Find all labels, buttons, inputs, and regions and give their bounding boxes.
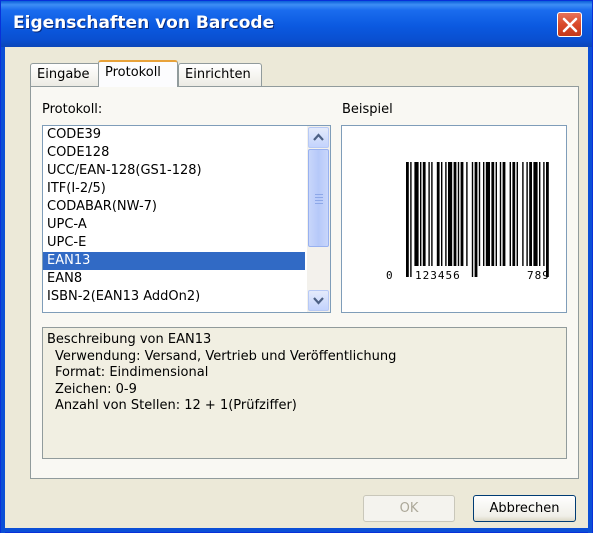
barcode-bar xyxy=(445,162,447,266)
window-frame-left xyxy=(1,47,5,533)
barcode-bar xyxy=(485,162,490,266)
list-item[interactable]: EAN8 xyxy=(43,270,305,288)
barcode-bar xyxy=(502,162,506,266)
barcode-bar xyxy=(474,162,478,277)
list-item[interactable]: CODE39 xyxy=(43,126,305,144)
tab-einrichten[interactable]: Einrichten xyxy=(178,63,262,87)
barcode-bar xyxy=(406,162,409,277)
barcode-bar xyxy=(533,162,538,266)
tab-label: Eingabe xyxy=(37,67,90,82)
list-scrollbar[interactable] xyxy=(307,126,330,312)
barcode-bar xyxy=(422,162,426,266)
barcode-bar xyxy=(448,162,453,266)
description-line: Anzahl von Stellen: 12 + 1(Prüfziffer) xyxy=(55,398,297,413)
barcode-bar xyxy=(539,162,541,266)
list-item[interactable]: UCC/EAN-128(GS1-128) xyxy=(43,162,305,180)
protocol-list[interactable]: CODE39 CODE128 UCC/EAN-128(GS1-128) ITF(I-2… xyxy=(43,126,305,306)
list-item[interactable]: UPC-E xyxy=(43,234,305,252)
barcode-bar xyxy=(483,162,485,266)
barcode-bar xyxy=(512,162,516,266)
barcode-graphic xyxy=(406,162,549,277)
protocol-listbox[interactable]: CODE39 CODE128 UCC/EAN-128(GS1-128) ITF(I-2… xyxy=(42,125,331,313)
barcode-bar xyxy=(453,162,457,266)
barcode-bar xyxy=(431,162,433,266)
close-icon xyxy=(562,17,578,33)
barcode-digits-right: 789 xyxy=(527,269,550,282)
scroll-up-button[interactable] xyxy=(308,127,329,148)
barcode-bar xyxy=(460,162,464,266)
close-button[interactable] xyxy=(557,12,582,37)
barcode-bar xyxy=(509,162,511,266)
dialog-window: Eigenschaften von Barcode Eingabe Protok… xyxy=(0,0,593,533)
list-item[interactable]: CODABAR(NW-7) xyxy=(43,198,305,216)
barcode-bar xyxy=(546,162,549,277)
tab-eingabe[interactable]: Eingabe xyxy=(30,63,100,87)
barcode-bar xyxy=(428,162,430,266)
window-frame-bottom xyxy=(1,528,592,532)
barcode-bar xyxy=(516,162,518,266)
barcode-bar xyxy=(478,162,481,266)
description-line: Format: Eindimensional xyxy=(55,365,209,380)
barcode-bar xyxy=(495,162,497,266)
barcode-bar xyxy=(414,162,419,266)
scroll-thumb[interactable] xyxy=(308,149,329,247)
description-box: Beschreibung von EAN13 Verwendung: Versa… xyxy=(42,327,567,459)
description-line: Verwendung: Versand, Vertrieb und Veröff… xyxy=(55,348,397,364)
chevron-down-icon xyxy=(313,297,324,305)
barcode-bar xyxy=(466,162,468,266)
title-bar[interactable]: Eigenschaften von Barcode xyxy=(1,1,592,47)
barcode-bar xyxy=(436,162,440,266)
barcode-bar xyxy=(491,162,495,266)
barcode-digits-mid: 123456 xyxy=(415,269,461,282)
tab-label: Protokoll xyxy=(105,65,161,80)
list-item[interactable]: ISBN-2(EAN13 AddOn2) xyxy=(43,288,305,306)
barcode-digit-left: 0 xyxy=(386,269,394,282)
barcode-bar xyxy=(529,162,532,266)
scroll-down-button[interactable] xyxy=(308,290,329,311)
example-label: Beispiel xyxy=(342,102,393,117)
list-item[interactable]: UPC-A xyxy=(43,216,305,234)
barcode-bar xyxy=(499,162,502,266)
chevron-up-icon xyxy=(313,133,324,141)
window-frame-right xyxy=(588,47,592,533)
barcode-bar xyxy=(420,162,422,266)
barcode-preview: 0 123456 789 xyxy=(341,125,567,313)
barcode-bar xyxy=(457,162,460,266)
tab-label: Einrichten xyxy=(185,67,251,82)
list-item[interactable]: EAN13 xyxy=(43,252,305,270)
barcode-bar xyxy=(543,162,545,266)
protocol-label: Protokoll: xyxy=(42,102,103,117)
description-title: Beschreibung von EAN13 xyxy=(47,332,212,347)
description-line: Zeichen: 0-9 xyxy=(55,381,137,397)
ok-button[interactable]: OK xyxy=(363,495,455,522)
list-item[interactable]: CODE128 xyxy=(43,144,305,162)
barcode-bar xyxy=(471,162,474,277)
cancel-button[interactable]: Abbrechen xyxy=(473,495,576,522)
tab-protokoll[interactable]: Protokoll xyxy=(98,60,178,87)
list-item[interactable]: ITF(I-2/5) xyxy=(43,180,305,198)
barcode-bar xyxy=(441,162,443,266)
barcode-bar xyxy=(522,162,524,266)
window-title: Eigenschaften von Barcode xyxy=(13,13,275,33)
barcode-bar xyxy=(526,162,528,266)
barcode-bar xyxy=(410,162,412,277)
